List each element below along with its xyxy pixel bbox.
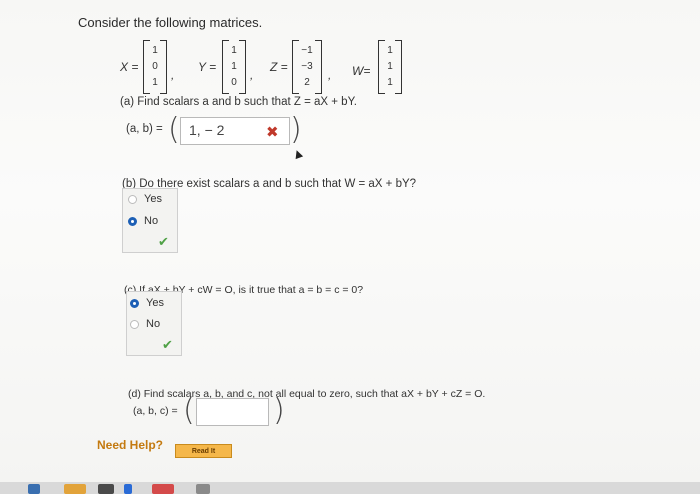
matrix-z-entry-3: 2 bbox=[304, 77, 310, 88]
app-icon[interactable] bbox=[124, 484, 132, 494]
matrix-x-label: X = bbox=[120, 60, 139, 74]
matrix-y-entry-1: 1 bbox=[231, 45, 237, 56]
matrix-x-comma: , bbox=[171, 68, 175, 82]
part-b-option-yes-label: Yes bbox=[144, 193, 162, 205]
folder-icon[interactable] bbox=[64, 484, 86, 494]
matrix-x-entry-3: 1 bbox=[152, 77, 158, 88]
matrix-w-entry-2: 1 bbox=[387, 61, 393, 72]
x-mark-icon: ✖ bbox=[266, 124, 279, 141]
page-background bbox=[0, 0, 700, 494]
part-a-label: (a, b) = bbox=[126, 123, 163, 135]
part-c-option-yes-label: Yes bbox=[146, 297, 164, 309]
matrix-y: 1 1 0 bbox=[222, 40, 246, 94]
matrix-y-label: Y = bbox=[198, 60, 217, 74]
matrix-z-comma: , bbox=[328, 68, 332, 82]
matrix-w-entry-3: 1 bbox=[387, 77, 393, 88]
matrix-w: 1 1 1 bbox=[378, 40, 402, 94]
part-c-option-no[interactable]: No bbox=[130, 318, 160, 330]
matrix-x: 1 0 1 bbox=[143, 40, 167, 94]
matrix-z-entry-2: −3 bbox=[301, 61, 313, 72]
part-c-option-no-label: No bbox=[146, 318, 161, 330]
check-icon: ✔ bbox=[162, 337, 173, 352]
matrix-z: −1 −3 2 bbox=[292, 40, 322, 94]
part-d-answer-box[interactable] bbox=[196, 398, 269, 426]
read-it-button[interactable]: Read It bbox=[175, 444, 232, 458]
matrix-x-entry-1: 1 bbox=[152, 45, 158, 56]
matrix-x-entry-2: 0 bbox=[152, 61, 158, 72]
app-icon[interactable] bbox=[98, 484, 114, 494]
app-icon[interactable] bbox=[28, 484, 40, 494]
problem-title: Consider the following matrices. bbox=[78, 15, 263, 30]
matrix-y-entry-3: 0 bbox=[231, 77, 237, 88]
matrix-w-label: W= bbox=[352, 64, 371, 78]
matrix-z-label: Z = bbox=[270, 60, 288, 74]
need-help-label: Need Help? bbox=[97, 438, 164, 452]
matrix-z-entry-1: −1 bbox=[301, 45, 313, 56]
app-icon[interactable] bbox=[152, 484, 174, 494]
part-a-left-paren: ( bbox=[168, 112, 180, 147]
radio-icon[interactable] bbox=[128, 194, 137, 204]
radio-icon[interactable] bbox=[130, 319, 139, 329]
radio-selected-icon[interactable] bbox=[130, 298, 139, 308]
part-a-answer-value: 1, − 2 bbox=[189, 122, 225, 138]
check-icon: ✔ bbox=[158, 234, 169, 249]
part-d-right-paren: ) bbox=[273, 393, 285, 428]
part-b-option-no-label: No bbox=[144, 215, 159, 227]
matrix-y-entry-2: 1 bbox=[231, 61, 237, 72]
part-c-option-yes[interactable]: Yes bbox=[130, 297, 164, 309]
app-icon[interactable] bbox=[196, 484, 210, 494]
part-d-left-paren: ( bbox=[183, 393, 195, 428]
taskbar bbox=[0, 482, 700, 494]
part-b-option-no[interactable]: No bbox=[128, 215, 158, 227]
part-a-answer-box[interactable]: 1, − 2 ✖ bbox=[180, 117, 290, 145]
radio-selected-icon[interactable] bbox=[128, 216, 137, 226]
part-d-label: (a, b, c) = bbox=[133, 405, 178, 417]
part-b-option-yes[interactable]: Yes bbox=[128, 193, 162, 205]
part-d-question: (d) Find scalars a, b, and c, not all eq… bbox=[128, 388, 486, 400]
part-a-right-paren: ) bbox=[290, 112, 302, 147]
matrix-y-comma: , bbox=[250, 68, 254, 82]
part-a-question: (a) Find scalars a and b such that Z = a… bbox=[120, 96, 357, 108]
matrix-w-entry-1: 1 bbox=[387, 45, 393, 56]
